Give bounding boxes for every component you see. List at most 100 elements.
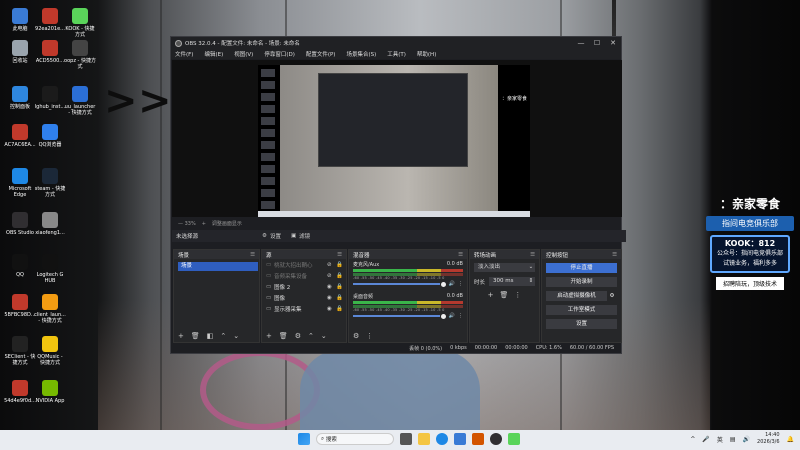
- visibility-icon[interactable]: ⊘: [327, 273, 336, 279]
- visibility-icon[interactable]: ◉: [327, 284, 336, 290]
- desktop-icon[interactable]: KOOK - 快捷方式: [64, 8, 96, 38]
- lock-icon[interactable]: 🔒: [336, 306, 346, 312]
- zoom-level[interactable]: — 33%: [178, 221, 196, 227]
- desktop-icon[interactable]: 回收站: [4, 40, 36, 64]
- clock[interactable]: 14:40 2026/3/6: [757, 432, 779, 446]
- edge-icon[interactable]: [436, 433, 448, 445]
- move-down-icon[interactable]: ⌄: [321, 332, 327, 340]
- start-icon[interactable]: [298, 433, 310, 445]
- source-row[interactable]: ▭ 显示器采集 ◉ 🔒: [262, 303, 346, 314]
- menu-item[interactable]: 场景集合(S): [346, 50, 376, 58]
- gear-icon[interactable]: ⚙: [295, 332, 301, 340]
- desktop-icon[interactable]: uu_launcher - 快捷方式: [64, 86, 96, 116]
- more-icon[interactable]: ⋮: [514, 291, 521, 299]
- studio-mode-button[interactable]: 工作室模式: [546, 305, 617, 315]
- desktop-icon[interactable]: 54d4e9f0d...: [4, 380, 36, 404]
- close-button[interactable]: ✕: [605, 39, 621, 47]
- notification-icon[interactable]: 🔔: [787, 436, 794, 443]
- desktop-icon[interactable]: 5BFBC98D...: [4, 294, 36, 318]
- menu-item[interactable]: 文件(F): [175, 50, 193, 58]
- volume-icon[interactable]: 🔊: [743, 436, 750, 443]
- minimize-button[interactable]: —: [573, 39, 589, 47]
- dock-menu-icon[interactable]: ☰: [250, 252, 255, 258]
- lock-icon[interactable]: 🔒: [336, 262, 346, 268]
- start-record-button[interactable]: 开始录制: [546, 277, 617, 287]
- fader-track[interactable]: [353, 283, 440, 285]
- file-explorer-icon[interactable]: [418, 433, 430, 445]
- desktop-icon[interactable]: SEClient - 快捷方式: [4, 336, 36, 366]
- source-row[interactable]: ▭ 音频采集设备 ⊘ 🔒: [262, 270, 346, 281]
- desktop-icon[interactable]: NVIDIA App: [34, 380, 66, 404]
- speaker-icon[interactable]: 🔊: [449, 281, 455, 287]
- dock-menu-icon[interactable]: ☰: [530, 252, 535, 258]
- desktop-icon[interactable]: client_laun... - 快捷方式: [34, 294, 66, 324]
- gear-icon[interactable]: ⋮: [458, 313, 463, 319]
- source-row[interactable]: ▭ 图像 ◉ 🔒: [262, 292, 346, 303]
- move-down-icon[interactable]: ⌄: [233, 332, 239, 340]
- task-view-icon[interactable]: [400, 433, 412, 445]
- menu-item[interactable]: 工具(T): [387, 50, 406, 58]
- volume-fader[interactable]: 🔊 ⋮: [353, 281, 463, 287]
- preview-area[interactable]: ：亲家零食: [172, 60, 622, 217]
- lock-icon[interactable]: 🔒: [336, 284, 346, 290]
- menu-item[interactable]: 视图(V): [234, 50, 253, 58]
- desktop-icon[interactable]: OBS Studio: [4, 212, 36, 236]
- fader-track[interactable]: [353, 315, 440, 317]
- zoom-in-button[interactable]: +: [202, 221, 206, 227]
- desktop-icon[interactable]: 控制面板: [4, 86, 36, 110]
- scene-item[interactable]: 场景: [178, 262, 258, 271]
- add-icon[interactable]: +: [266, 332, 272, 340]
- volume-fader[interactable]: 🔊 ⋮: [353, 313, 463, 319]
- move-up-icon[interactable]: ⌃: [308, 332, 314, 340]
- properties-button[interactable]: ⚙ 设置: [262, 232, 281, 240]
- zoom-fit-button[interactable]: 调整画面显示: [212, 220, 242, 227]
- menu-item[interactable]: 帮助(H): [417, 50, 436, 58]
- menu-item[interactable]: 配置文件(P): [306, 50, 336, 58]
- gear-icon[interactable]: ⚙: [607, 291, 617, 301]
- stepper-icon[interactable]: ⇕: [529, 277, 535, 286]
- desktop-icon[interactable]: QQ: [4, 254, 36, 278]
- trash-icon[interactable]: 🗑: [191, 332, 200, 340]
- desktop-icon[interactable]: 此电脑: [4, 8, 36, 32]
- dock-menu-icon[interactable]: ☰: [458, 252, 463, 258]
- visibility-icon[interactable]: ⊘: [327, 262, 336, 268]
- store-icon[interactable]: [454, 433, 466, 445]
- trash-icon[interactable]: 🗑: [499, 291, 508, 299]
- add-icon[interactable]: +: [178, 332, 184, 340]
- lock-icon[interactable]: 🔒: [336, 273, 346, 279]
- desktop-icon[interactable]: xiaofeng1...: [34, 212, 66, 236]
- source-row[interactable]: ▭ 图像 2 ◉ 🔒: [262, 281, 346, 292]
- visibility-icon[interactable]: ◉: [327, 306, 336, 312]
- desktop-icon[interactable]: 92ea201e...: [34, 8, 66, 32]
- menu-item[interactable]: 停靠窗口(D): [264, 50, 295, 58]
- maximize-button[interactable]: ☐: [589, 39, 605, 47]
- filter-icon[interactable]: ◧: [207, 332, 214, 340]
- language-indicator[interactable]: 英: [717, 435, 723, 444]
- desktop-icon[interactable]: steam - 快捷方式: [34, 168, 66, 198]
- speaker-icon[interactable]: 🔊: [449, 313, 455, 319]
- move-up-icon[interactable]: ⌃: [220, 332, 226, 340]
- network-icon[interactable]: ▤: [730, 436, 736, 443]
- stop-stream-button[interactable]: 停止直播: [546, 263, 617, 273]
- chevron-up-icon[interactable]: ^: [690, 436, 695, 443]
- fader-knob[interactable]: [440, 281, 446, 287]
- more-icon[interactable]: ⋮: [366, 332, 373, 340]
- settings-button[interactable]: 设置: [546, 319, 617, 329]
- desktop-icon[interactable]: QQ浏览器: [34, 124, 66, 148]
- desktop-icon[interactable]: Microsoft Edge: [4, 168, 36, 198]
- obs-taskbar-icon[interactable]: [490, 433, 502, 445]
- desktop-icon[interactable]: ACD5500...: [34, 40, 66, 64]
- app-icon[interactable]: [472, 433, 484, 445]
- dock-menu-icon[interactable]: ☰: [337, 252, 342, 258]
- mic-icon[interactable]: 🎤: [702, 436, 709, 443]
- source-row[interactable]: ▭ 桃就大招出鞘心 ⊘ 🔒: [262, 259, 346, 270]
- transition-select[interactable]: 淡入淡出 ⌄: [474, 263, 535, 272]
- desktop-icon[interactable]: Logitech G HUB: [34, 254, 66, 284]
- kook-taskbar-icon[interactable]: [508, 433, 520, 445]
- gear-icon[interactable]: ⋮: [458, 281, 463, 287]
- dock-menu-icon[interactable]: ☰: [612, 252, 617, 258]
- virtual-cam-button[interactable]: 启动虚拟摄像机: [546, 291, 607, 301]
- desktop-icon[interactable]: AC7AC6EA...: [4, 124, 36, 148]
- menu-item[interactable]: 编辑(E): [204, 50, 223, 58]
- fader-knob[interactable]: [440, 313, 446, 319]
